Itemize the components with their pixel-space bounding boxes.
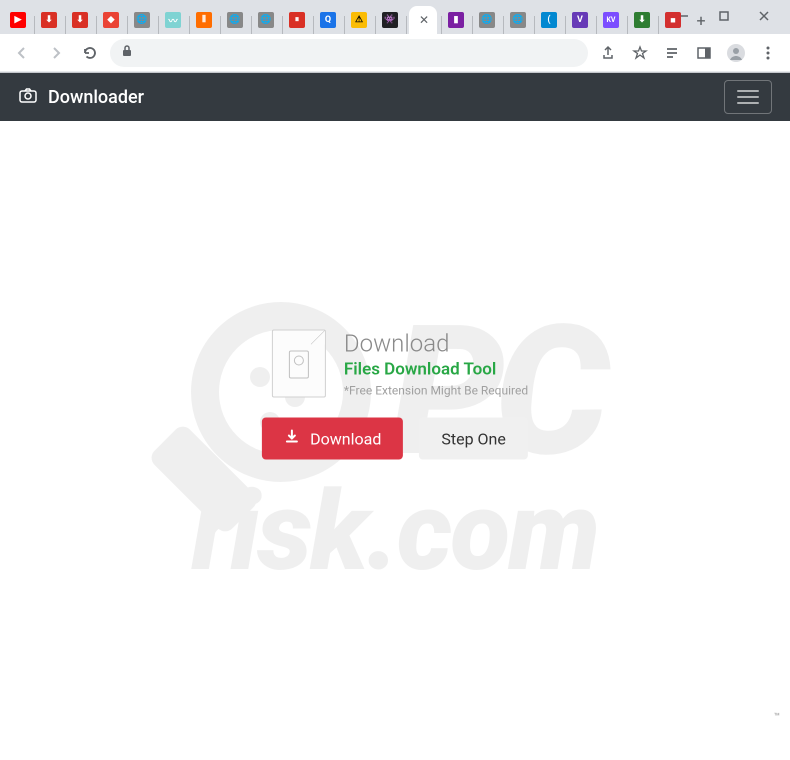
- camera-icon: [18, 85, 38, 110]
- reading-list-button[interactable]: [658, 39, 686, 67]
- tab-12[interactable]: 👾: [378, 6, 402, 34]
- tab-5[interactable]: 〰: [161, 6, 185, 34]
- share-button[interactable]: [594, 39, 622, 67]
- download-icon: [284, 429, 300, 449]
- tab-7[interactable]: 🌐: [223, 6, 247, 34]
- menu-button[interactable]: [754, 39, 782, 67]
- browser-chrome: ▶ ⬇ ⬇ ◆ 🌐 〰 ⦀ 🌐 🌐 ⏸ Q ⚠ 👾 ✕ ▮ 🌐 🌐 ( V KV…: [0, 0, 790, 73]
- tab-17[interactable]: (: [537, 6, 561, 34]
- new-tab-button[interactable]: +: [687, 6, 715, 34]
- browser-toolbar: [0, 34, 790, 72]
- download-note: *Free Extension Might Be Required: [344, 384, 528, 398]
- tab-11[interactable]: ⚠: [347, 6, 371, 34]
- profile-button[interactable]: [722, 39, 750, 67]
- download-button-label: Download: [310, 429, 381, 448]
- tab-14[interactable]: ▮: [444, 6, 468, 34]
- step-one-button[interactable]: Step One: [419, 418, 528, 460]
- download-button[interactable]: Download: [262, 418, 403, 460]
- tab-21[interactable]: ■: [661, 6, 685, 34]
- tab-2[interactable]: ⬇: [68, 6, 92, 34]
- navbar-title: Downloader: [48, 87, 144, 108]
- download-subheading: Files Download Tool: [344, 360, 528, 380]
- trademark-symbol: ™: [774, 712, 780, 723]
- tab-6[interactable]: ⦀: [192, 6, 216, 34]
- hamburger-icon: [737, 86, 759, 108]
- bookmark-button[interactable]: [626, 39, 654, 67]
- tab-3[interactable]: ◆: [99, 6, 123, 34]
- site-navbar: Downloader: [0, 73, 790, 121]
- reload-button[interactable]: [76, 39, 104, 67]
- tab-9[interactable]: ⏸: [285, 6, 309, 34]
- tab-16[interactable]: 🌐: [506, 6, 530, 34]
- omnibox-input[interactable]: [142, 45, 578, 61]
- step-one-label: Step One: [441, 429, 506, 448]
- tab-4[interactable]: 🌐: [130, 6, 154, 34]
- tab-20[interactable]: ⬇: [630, 6, 654, 34]
- omnibox[interactable]: [110, 39, 588, 67]
- tab-active[interactable]: ✕: [409, 6, 437, 34]
- tab-19[interactable]: KV: [599, 6, 623, 34]
- tab-18[interactable]: V: [568, 6, 592, 34]
- back-button[interactable]: [8, 39, 36, 67]
- tab-8[interactable]: 🌐: [254, 6, 278, 34]
- download-heading: Download: [344, 330, 528, 358]
- navbar-brand[interactable]: Downloader: [18, 85, 144, 110]
- tab-1[interactable]: ⬇: [37, 6, 61, 34]
- forward-button[interactable]: [42, 39, 70, 67]
- tab-strip: ▶ ⬇ ⬇ ◆ 🌐 〰 ⦀ 🌐 🌐 ⏸ Q ⚠ 👾 ✕ ▮ 🌐 🌐 ( V KV…: [0, 0, 790, 34]
- tab-close-icon[interactable]: ✕: [419, 13, 429, 27]
- file-icon: [272, 330, 326, 398]
- lock-icon: [120, 43, 134, 62]
- side-panel-button[interactable]: [690, 39, 718, 67]
- page-content: PC risk.com Downloader Download Files Do…: [0, 73, 790, 729]
- tab-15[interactable]: 🌐: [475, 6, 499, 34]
- navbar-toggle-button[interactable]: [724, 80, 772, 114]
- tab-0[interactable]: ▶: [6, 6, 30, 34]
- download-panel: Download Files Download Tool *Free Exten…: [262, 330, 528, 460]
- tab-10[interactable]: Q: [316, 6, 340, 34]
